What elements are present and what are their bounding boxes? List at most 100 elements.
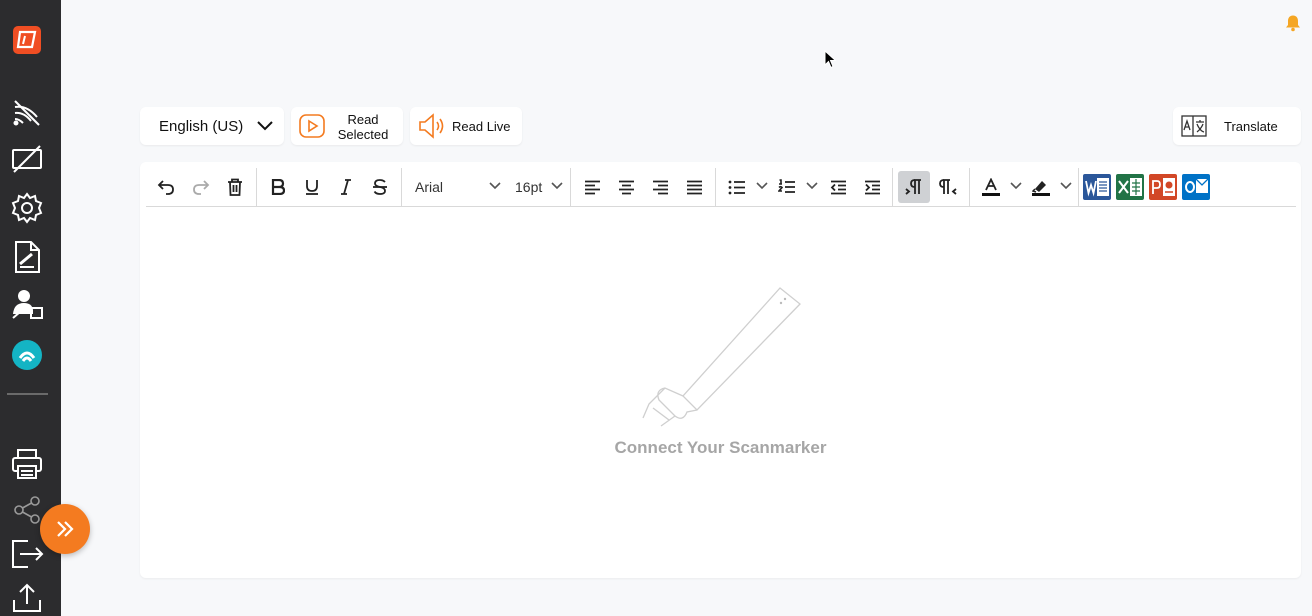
scanmarker-pen-icon — [642, 287, 801, 427]
sidebar-item-settings[interactable] — [9, 190, 45, 226]
align-right-button[interactable] — [645, 171, 675, 203]
rtl-direction-button[interactable] — [933, 171, 963, 203]
scanmarker-logo-icon — [13, 26, 41, 54]
font-size-chevron-icon[interactable] — [551, 182, 563, 190]
undo-icon — [157, 180, 174, 195]
paragraph-rtl-icon — [939, 179, 957, 195]
align-center-icon — [618, 180, 634, 194]
upload-icon — [13, 583, 41, 612]
outdent-icon — [830, 180, 846, 194]
app-logo[interactable] — [9, 22, 45, 58]
language-value: English (US) — [159, 117, 244, 135]
toolbar-separator — [892, 168, 893, 206]
bold-icon — [271, 179, 285, 195]
indent-button[interactable] — [857, 171, 887, 203]
logout-icon — [12, 540, 44, 568]
toolbar-separator — [715, 168, 716, 206]
italic-button[interactable] — [331, 171, 361, 203]
export-excel-button[interactable] — [1115, 171, 1145, 203]
indent-icon — [864, 180, 880, 194]
double-chevron-right-icon — [57, 521, 74, 537]
text-color-icon — [982, 178, 1000, 196]
text-editor[interactable]: Arial 16pt Connect Your Scanmarker — [140, 162, 1301, 578]
strikethrough-button[interactable] — [365, 171, 395, 203]
sidebar-item-wireless-off[interactable] — [9, 93, 45, 129]
toolbar-separator — [1078, 168, 1079, 206]
read-live-button[interactable]: Read Live — [410, 107, 522, 145]
strikethrough-icon — [373, 179, 387, 195]
align-right-icon — [652, 180, 668, 194]
sidebar-item-logout[interactable] — [9, 536, 45, 572]
align-left-icon — [584, 180, 600, 194]
bullet-list-icon — [728, 180, 745, 194]
play-icon — [299, 114, 325, 138]
highlight-color-button[interactable] — [1026, 171, 1056, 203]
paragraph-ltr-icon — [905, 179, 921, 195]
excel-icon — [1116, 174, 1144, 200]
trash-icon — [228, 178, 242, 196]
numbered-list-chevron-icon[interactable] — [806, 182, 818, 190]
language-select[interactable]: English (US) — [140, 107, 284, 145]
sidebar-item-device-off[interactable] — [9, 141, 45, 177]
font-family-chevron-icon[interactable] — [489, 182, 501, 190]
device-off-icon — [12, 145, 42, 173]
italic-icon — [341, 179, 351, 195]
expand-sidebar-button[interactable] — [40, 504, 90, 554]
undo-button[interactable] — [151, 171, 181, 203]
align-justify-icon — [686, 180, 702, 194]
notification-bell-icon[interactable] — [1284, 14, 1302, 32]
printer-icon — [12, 449, 42, 479]
text-color-button[interactable] — [976, 171, 1006, 203]
sidebar-item-print[interactable] — [9, 446, 45, 482]
toolbar-separator — [969, 168, 970, 206]
export-powerpoint-button[interactable] — [1148, 171, 1178, 203]
translate-label: Translate — [1224, 119, 1278, 134]
numbered-list-button[interactable] — [772, 171, 802, 203]
scan-connect-icon — [12, 340, 42, 370]
align-justify-button[interactable] — [679, 171, 709, 203]
font-family-select[interactable]: Arial — [415, 171, 443, 203]
outlook-icon — [1182, 174, 1210, 200]
gear-icon — [11, 192, 43, 224]
delete-button[interactable] — [220, 171, 250, 203]
toolbar-separator — [570, 168, 571, 206]
ltr-direction-button[interactable] — [898, 171, 930, 203]
translate-icon — [1181, 115, 1207, 137]
text-color-chevron-icon[interactable] — [1010, 182, 1022, 190]
bold-button[interactable] — [263, 171, 293, 203]
font-size-value: 16pt — [515, 179, 543, 195]
outdent-button[interactable] — [823, 171, 853, 203]
sidebar-item-connect[interactable] — [9, 337, 45, 373]
font-size-select[interactable]: 16pt — [515, 171, 542, 203]
sidebar-item-document[interactable] — [9, 239, 45, 275]
bullet-list-chevron-icon[interactable] — [756, 182, 768, 190]
toolbar-separator — [401, 168, 402, 206]
document-edit-icon — [15, 241, 40, 273]
sidebar-item-profile[interactable] — [9, 287, 45, 323]
empty-state-message: Connect Your Scanmarker — [614, 438, 827, 457]
highlighter-icon — [1032, 181, 1050, 196]
bullet-list-button[interactable] — [722, 171, 752, 203]
user-device-icon — [12, 290, 43, 319]
align-center-button[interactable] — [611, 171, 641, 203]
redo-icon — [193, 180, 210, 195]
underline-button[interactable] — [297, 171, 327, 203]
read-selected-button[interactable]: Read Selected — [291, 107, 403, 145]
font-family-value: Arial — [415, 179, 444, 195]
wifi-off-icon — [13, 100, 40, 126]
underline-icon — [306, 180, 318, 195]
export-outlook-button[interactable] — [1181, 171, 1211, 203]
toolbar-separator — [256, 168, 257, 206]
word-icon — [1083, 174, 1111, 200]
export-word-button[interactable] — [1082, 171, 1112, 203]
powerpoint-icon — [1149, 174, 1177, 200]
highlight-color-chevron-icon[interactable] — [1060, 182, 1072, 190]
read-live-label: Read Live — [452, 119, 511, 134]
speaker-icon — [419, 113, 444, 139]
sidebar-item-upload[interactable] — [9, 580, 45, 616]
chevron-down-icon — [257, 121, 273, 131]
translate-button[interactable]: Translate — [1173, 107, 1301, 145]
numbered-list-icon — [778, 179, 795, 193]
align-left-button[interactable] — [577, 171, 607, 203]
redo-button[interactable] — [186, 171, 216, 203]
